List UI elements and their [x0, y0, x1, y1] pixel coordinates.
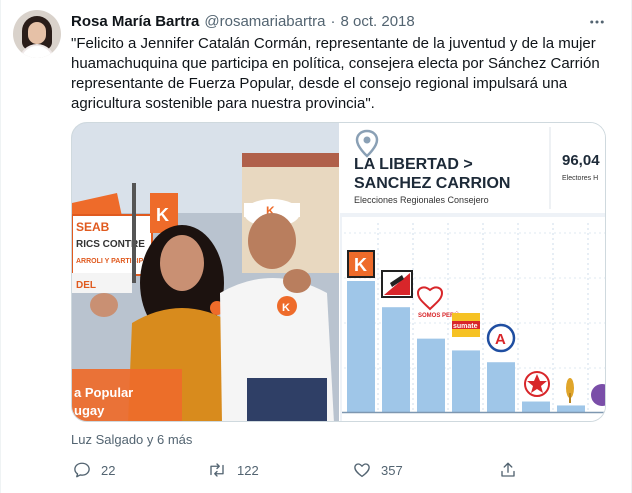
tweet-header: Rosa María Bartra @rosamariabartra · 8 o…	[71, 11, 415, 31]
like-count: 357	[381, 462, 403, 478]
result-bar	[452, 350, 480, 412]
share-button[interactable]	[499, 458, 517, 482]
avatar-face	[28, 22, 46, 44]
banner-text-1: a Popular	[74, 385, 133, 400]
liked-by-text[interactable]: Luz Salgado y 6 más	[71, 432, 192, 447]
retweet-icon	[207, 461, 227, 479]
party-logo-star	[524, 371, 550, 397]
election-results-graphic[interactable]: LA LIBERTAD > SANCHEZ CARRION Elecciones…	[340, 123, 605, 421]
reply-button[interactable]: 22	[73, 458, 115, 482]
party-label-3: sumate	[453, 323, 478, 330]
reply-icon	[73, 461, 91, 479]
tweet-date[interactable]: 8 oct. 2018	[341, 13, 415, 30]
more-icon[interactable]	[585, 10, 609, 34]
graphic-subtitle: Elecciones Regionales Consejero	[354, 195, 489, 205]
retweet-count: 122	[237, 462, 259, 478]
poster-text-1: SEAB	[76, 220, 110, 234]
retweet-button[interactable]: 122	[207, 458, 259, 482]
graphic-title-line1: LA LIBERTAD >	[354, 156, 473, 173]
user-handle[interactable]: @rosamariabartra	[204, 13, 325, 30]
like-icon	[353, 461, 371, 479]
share-icon	[499, 461, 517, 479]
display-name[interactable]: Rosa María Bartra	[71, 13, 199, 30]
result-bar	[557, 405, 585, 412]
graphic-stat-label: Electores H	[562, 175, 598, 182]
tweet-media[interactable]: SEAB RICS CONTRE ARROLI Y PARTICIPA K DE…	[71, 122, 606, 422]
party-logo-apra	[381, 270, 413, 298]
result-bar	[487, 362, 515, 412]
party-logo-fuerza-popular: K	[347, 250, 375, 278]
graphic-title-line2: SANCHEZ CARRION	[354, 175, 510, 192]
party-label-0: K	[354, 255, 367, 275]
banner-text-2: ugay	[74, 403, 105, 418]
party-logo-accion-popular: A	[486, 323, 516, 353]
tweet-text: "Felicito a Jennifer Catalán Cormán, rep…	[71, 35, 600, 112]
reply-count: 22	[101, 462, 116, 478]
campaign-photo[interactable]: SEAB RICS CONTRE ARROLI Y PARTICIPA K DE…	[72, 123, 339, 421]
result-bar	[382, 307, 410, 412]
avatar[interactable]	[13, 10, 61, 58]
like-button[interactable]: 357	[353, 458, 403, 482]
party-logo-sumate: sumate	[452, 313, 480, 337]
poster-text-4: DEL	[76, 280, 96, 291]
graphic-stat-value: 96,04	[562, 152, 600, 169]
separator-dot: ·	[330, 12, 336, 30]
party-label-4: A	[495, 331, 506, 348]
tweet-article[interactable]: Rosa María Bartra @rosamariabartra · 8 o…	[0, 0, 632, 493]
result-bar	[347, 281, 375, 412]
shirt-logo-letter: K	[282, 302, 290, 314]
result-bar	[417, 338, 445, 412]
tweet-actions: 22 122 357	[71, 458, 531, 482]
poster-logo-letter: K	[156, 205, 169, 225]
poster-text-3: ARROLI Y PARTICIPA	[76, 258, 148, 265]
result-bar	[522, 401, 550, 412]
